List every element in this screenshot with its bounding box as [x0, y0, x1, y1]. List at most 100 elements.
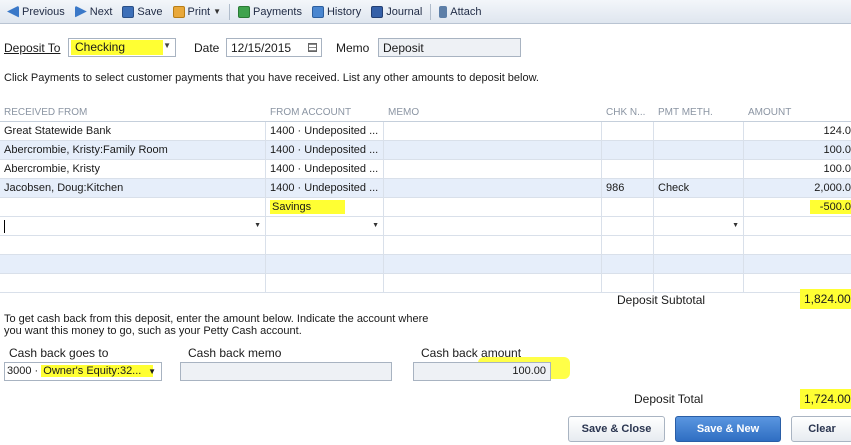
cell-memo[interactable] [384, 198, 602, 216]
cell-chk-no[interactable] [602, 198, 654, 216]
cell-empty[interactable] [266, 236, 384, 254]
table-row-empty[interactable] [0, 255, 851, 274]
cell-chk-no-edit[interactable] [602, 217, 654, 235]
cell-empty[interactable] [602, 236, 654, 254]
print-dropdown-icon[interactable]: ▼ [213, 7, 221, 16]
column-header-chk-no[interactable]: CHK N... [602, 104, 654, 121]
cell-amount[interactable]: 2,000.0 [744, 179, 851, 197]
cell-empty[interactable] [602, 255, 654, 273]
journal-button[interactable]: Journal [366, 2, 427, 22]
deposit-to-select[interactable]: Checking ▼ [68, 38, 176, 57]
text-cursor [4, 219, 5, 233]
cell-empty[interactable] [384, 236, 602, 254]
cell-received-from[interactable]: Jacobsen, Doug:Kitchen [0, 179, 266, 197]
clear-button[interactable]: Clear [791, 416, 851, 442]
attach-label: Attach [450, 5, 482, 18]
cell-from-account[interactable]: 1400 · Undeposited ... [266, 141, 384, 159]
cell-received-from[interactable] [0, 198, 266, 216]
cell-from-account[interactable]: 1400 · Undeposited ... [266, 122, 384, 140]
cell-pmt-meth[interactable]: Check [654, 179, 744, 197]
cell-memo-edit[interactable] [384, 217, 602, 235]
cell-received-from[interactable]: Abercrombie, Kristy [0, 160, 266, 178]
cell-pmt-meth[interactable] [654, 122, 744, 140]
chevron-down-icon[interactable]: ▼ [732, 217, 739, 235]
cell-amount-edit[interactable] [744, 217, 851, 235]
cell-chk-no[interactable] [602, 122, 654, 140]
cell-pmt-meth[interactable] [654, 198, 744, 216]
attach-button[interactable]: Attach [434, 2, 486, 22]
cell-empty[interactable] [384, 274, 602, 292]
previous-button[interactable]: Previous [2, 2, 70, 22]
column-header-memo[interactable]: MEMO [384, 104, 602, 121]
save-close-button[interactable]: Save & Close [568, 416, 665, 442]
table-row-empty[interactable] [0, 274, 851, 293]
next-arrow-icon [74, 5, 87, 18]
column-header-received-from[interactable]: RECEIVED FROM [0, 104, 266, 121]
cell-amount[interactable]: 100.0 [744, 160, 851, 178]
cash-back-amount-field[interactable]: 100.00 [413, 362, 551, 381]
chevron-down-icon[interactable]: ▼ [372, 217, 379, 235]
table-row[interactable]: Savings -500.0 [0, 198, 851, 217]
chevron-down-icon[interactable]: ▼ [254, 217, 261, 235]
cell-from-account[interactable]: Savings [266, 198, 384, 216]
cell-from-account[interactable]: 1400 · Undeposited ... [266, 160, 384, 178]
deposit-grid: RECEIVED FROM FROM ACCOUNT MEMO CHK N...… [0, 104, 851, 293]
table-row[interactable]: Great Statewide Bank 1400 · Undeposited … [0, 122, 851, 141]
column-header-amount[interactable]: AMOUNT [744, 104, 851, 121]
cell-empty[interactable] [266, 274, 384, 292]
cell-memo[interactable] [384, 160, 602, 178]
cell-memo[interactable] [384, 179, 602, 197]
cell-chk-no[interactable] [602, 160, 654, 178]
table-row[interactable]: Abercrombie, Kristy 1400 · Undeposited .… [0, 160, 851, 179]
cash-back-account-select[interactable]: 3000 · Owner's Equity:32... ▼ [4, 362, 162, 381]
table-row-empty[interactable] [0, 236, 851, 255]
date-field[interactable]: 12/15/2015 [226, 38, 322, 57]
history-button[interactable]: History [307, 2, 366, 22]
cell-amount[interactable]: 100.0 [744, 141, 851, 159]
cell-amount[interactable]: -500.0 [744, 198, 851, 216]
cell-empty[interactable] [744, 255, 851, 273]
column-header-pmt-meth[interactable]: PMT METH. [654, 104, 744, 121]
cell-empty[interactable] [0, 236, 266, 254]
journal-icon [371, 5, 384, 18]
table-row-editing[interactable]: ▼ ▼ ▼ [0, 217, 851, 236]
table-row[interactable]: Abercrombie, Kristy:Family Room 1400 · U… [0, 141, 851, 160]
cell-empty[interactable] [744, 236, 851, 254]
cell-from-account-edit[interactable]: ▼ [266, 217, 384, 235]
cell-empty[interactable] [0, 255, 266, 273]
cell-empty[interactable] [654, 274, 744, 292]
cell-empty[interactable] [654, 236, 744, 254]
cell-empty[interactable] [384, 255, 602, 273]
cell-memo[interactable] [384, 122, 602, 140]
cell-empty[interactable] [602, 274, 654, 292]
cash-back-amount-value: 100.00 [512, 365, 546, 377]
cell-pmt-meth[interactable] [654, 141, 744, 159]
column-header-from-account[interactable]: FROM ACCOUNT [266, 104, 384, 121]
save-new-button[interactable]: Save & New [675, 416, 781, 442]
cell-chk-no[interactable] [602, 141, 654, 159]
next-button[interactable]: Next [70, 2, 118, 22]
cell-from-account[interactable]: 1400 · Undeposited ... [266, 179, 384, 197]
cell-pmt-meth[interactable] [654, 160, 744, 178]
payments-button[interactable]: Payments [233, 2, 307, 22]
cell-memo[interactable] [384, 141, 602, 159]
cash-back-account-number: 3000 · [7, 365, 39, 377]
cell-pmt-meth-edit[interactable]: ▼ [654, 217, 744, 235]
cash-back-memo-field[interactable] [180, 362, 392, 381]
memo-field[interactable]: Deposit [378, 38, 521, 57]
cell-empty[interactable] [266, 255, 384, 273]
deposit-subtotal-label: Deposit Subtotal [617, 293, 706, 307]
print-button[interactable]: Print ▼ [168, 2, 227, 22]
cell-empty[interactable] [654, 255, 744, 273]
cell-empty[interactable] [0, 274, 266, 292]
chevron-down-icon[interactable]: ▼ [148, 363, 156, 380]
cell-received-from[interactable]: Great Statewide Bank [0, 122, 266, 140]
chevron-down-icon[interactable]: ▼ [163, 41, 171, 50]
cell-received-from[interactable]: Abercrombie, Kristy:Family Room [0, 141, 266, 159]
save-button[interactable]: Save [117, 2, 167, 22]
table-row[interactable]: Jacobsen, Doug:Kitchen 1400 · Undeposite… [0, 179, 851, 198]
calendar-icon[interactable] [308, 43, 317, 52]
cell-amount[interactable]: 124.0 [744, 122, 851, 140]
cell-chk-no[interactable]: 986 [602, 179, 654, 197]
cell-received-from-edit[interactable]: ▼ [0, 217, 266, 235]
